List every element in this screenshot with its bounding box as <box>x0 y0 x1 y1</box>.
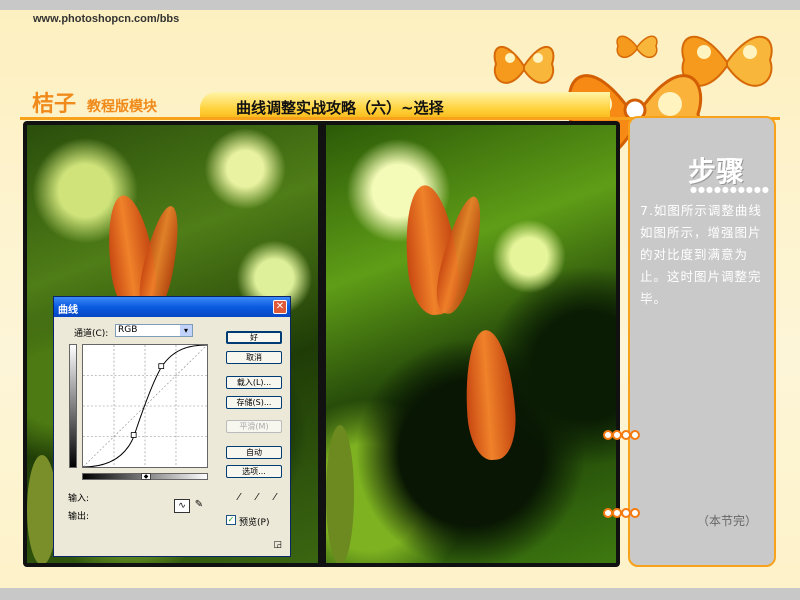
input-label: 输入: <box>68 494 90 504</box>
chevron-down-icon: ▾ <box>180 325 192 336</box>
black-eyedropper-icon[interactable]: ⁄ <box>234 491 244 505</box>
channel-label: 通道(C): <box>74 329 109 339</box>
brand-subtitle: 教程版模块 <box>87 99 157 115</box>
step-text: 7.如图所示调整曲线如图所示，增强图片的对比度到满意为止。这时图片调整完毕。 <box>640 203 762 306</box>
load-button[interactable]: 载入(L)... <box>226 376 282 389</box>
output-gradient-bar <box>69 344 77 468</box>
channel-value: RGB <box>118 325 138 335</box>
photo-after <box>326 125 616 563</box>
close-icon[interactable]: ✕ <box>273 300 287 314</box>
gradient-toggle[interactable]: ◆ <box>141 473 151 480</box>
smooth-button[interactable]: 平滑(M) <box>226 420 282 433</box>
brand-logo: 桔子 <box>32 92 77 117</box>
dialog-titlebar[interactable]: 曲线 ✕ <box>54 297 290 317</box>
site-url[interactable]: www.photoshopcn.com/bbs <box>33 13 179 25</box>
connector-rings-icon <box>603 429 640 443</box>
curve-graph[interactable] <box>82 344 208 468</box>
top-strip <box>0 0 800 10</box>
end-note: （本节完） <box>697 514 758 528</box>
curve-point[interactable] <box>158 363 165 370</box>
step-heading: 步骤 <box>688 155 745 188</box>
connector-rings-icon <box>603 507 640 521</box>
bottom-strip <box>0 588 800 600</box>
page-title: 曲线调整实战攻略（六）~选择 <box>236 99 444 117</box>
ok-button[interactable]: 好 <box>226 331 282 344</box>
cancel-button[interactable]: 取消 <box>226 351 282 364</box>
white-eyedropper-icon[interactable]: ⁄ <box>270 491 280 505</box>
auto-button[interactable]: 自动 <box>226 446 282 459</box>
curves-dialog: 曲线 ✕ 通道(C): RGB ▾ ◆ 输入: 输出: ∿ ✎ 好 取消 载入(… <box>53 296 291 557</box>
gray-eyedropper-icon[interactable]: ⁄ <box>252 491 262 505</box>
options-button[interactable]: 选项... <box>226 465 282 478</box>
dialog-title: 曲线 <box>58 305 78 316</box>
output-label: 输出: <box>68 512 90 522</box>
preview-label[interactable]: 预览(P) <box>239 515 269 528</box>
curve-point[interactable] <box>130 432 137 438</box>
step-heading-dots: ●●●●●●●●●● <box>690 185 770 194</box>
pencil-icon[interactable]: ✎ <box>193 499 205 513</box>
preview-checkbox[interactable]: ✓ <box>226 515 236 525</box>
save-button[interactable]: 存储(S)... <box>226 396 282 409</box>
resize-icon[interactable]: ◲ <box>273 540 282 550</box>
channel-select[interactable]: RGB ▾ <box>115 324 193 337</box>
curve-tool-icon[interactable]: ∿ <box>174 499 190 513</box>
butterfly-decoration-icon <box>493 45 555 84</box>
